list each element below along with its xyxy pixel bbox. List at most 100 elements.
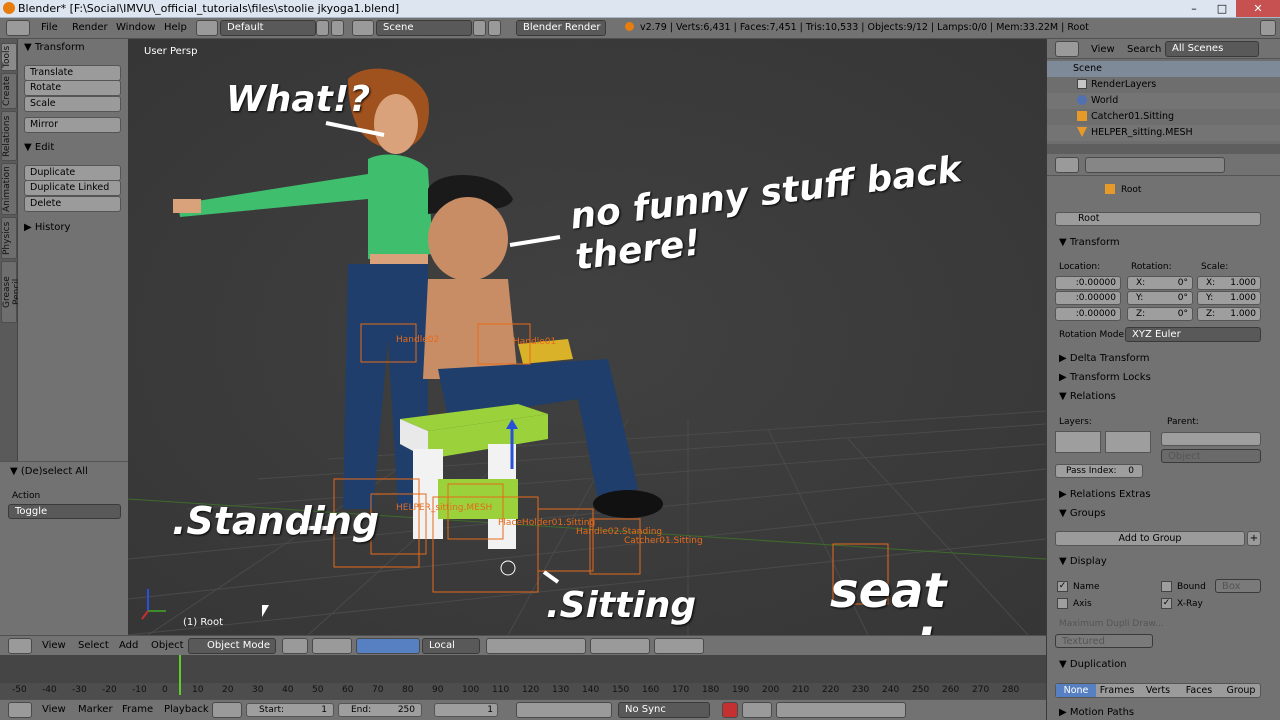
groups-section[interactable]: ▼ Groups [1059, 508, 1106, 519]
current-frame-field[interactable]: 1 [434, 703, 498, 717]
transform-panel-header[interactable]: ▼ Transform [24, 42, 85, 53]
translate-button[interactable]: Translate [24, 65, 121, 81]
editor-type-icon[interactable] [1055, 157, 1079, 173]
editor-type-icon[interactable] [1055, 41, 1079, 57]
xray-checkbox[interactable]: ✓ [1161, 598, 1172, 609]
3d-viewport[interactable]: User Persp (1) Root Handle02 Handle01 HE… [128, 39, 1046, 635]
layer-buttons[interactable] [486, 638, 586, 654]
scene-icon[interactable] [352, 20, 374, 36]
fullscreen-icon[interactable] [1260, 20, 1276, 36]
dup-frames-button[interactable]: Frames [1096, 684, 1138, 697]
add-to-group-button[interactable]: Add to Group [1055, 531, 1245, 546]
motion-paths-section[interactable]: ▶ Motion Paths [1059, 707, 1134, 718]
range-icons[interactable] [212, 702, 242, 718]
scene-remove-icon[interactable] [488, 20, 501, 36]
tab-physics[interactable]: Physics [1, 217, 17, 259]
menu-frame[interactable]: Frame [122, 704, 153, 715]
menu-marker[interactable]: Marker [78, 704, 113, 715]
outliner-menu-search[interactable]: Search [1127, 44, 1161, 55]
layer-grid-b[interactable] [1105, 431, 1151, 453]
outliner-filter-select[interactable]: All Scenes [1165, 41, 1259, 57]
mode-select[interactable]: Object Mode [188, 638, 276, 654]
scale-button[interactable]: Scale [24, 96, 121, 112]
location-y-field[interactable]: :0.00000 [1055, 291, 1121, 305]
delete-button[interactable]: Delete [24, 196, 121, 212]
scale-x-field[interactable]: X: 1.000 [1197, 276, 1261, 290]
duplication-section[interactable]: ▼ Duplication [1059, 659, 1127, 670]
menu-view[interactable]: View [42, 704, 66, 715]
dup-faces-button[interactable]: Faces [1178, 684, 1220, 697]
render-icons[interactable] [654, 638, 704, 654]
editor-type-icon[interactable] [6, 20, 30, 36]
tab-grease-pencil[interactable]: Grease Pencil [1, 261, 22, 323]
duplicate-button[interactable]: Duplicate [24, 165, 121, 181]
close-button[interactable]: ✕ [1236, 0, 1280, 17]
transform-orientation-select[interactable]: Local [422, 638, 480, 654]
screen-layout-icon[interactable] [196, 20, 218, 36]
object-name-field[interactable]: Root [1055, 212, 1261, 226]
rotation-z-field[interactable]: Z: 0° [1127, 307, 1193, 321]
menu-playback[interactable]: Playback [164, 704, 209, 715]
dup-verts-button[interactable]: Verts [1138, 684, 1178, 697]
parent-field[interactable] [1161, 432, 1261, 446]
menu-view[interactable]: View [42, 640, 66, 651]
menu-window[interactable]: Window [116, 22, 155, 33]
tab-relations[interactable]: Relations [1, 111, 17, 161]
tab-tools[interactable]: Tools [1, 43, 17, 71]
tab-create[interactable]: Create [1, 73, 17, 109]
rotate-button[interactable]: Rotate [24, 80, 121, 96]
outliner-scrollbar[interactable] [1047, 144, 1280, 154]
sync-select[interactable]: No Sync [618, 702, 710, 718]
edit-panel-header[interactable]: ▼ Edit [24, 142, 54, 153]
screen-add-icon[interactable] [316, 20, 329, 36]
add-group-plus-icon[interactable]: + [1247, 531, 1261, 546]
scene-select[interactable]: Scene [376, 20, 472, 36]
scene-add-icon[interactable] [473, 20, 486, 36]
keying-set-field[interactable] [776, 702, 906, 718]
menu-add[interactable]: Add [119, 640, 138, 651]
rotation-y-field[interactable]: Y: 0° [1127, 291, 1193, 305]
axis-checkbox[interactable] [1057, 598, 1068, 609]
scale-z-field[interactable]: Z: 1.000 [1197, 307, 1261, 321]
menu-render[interactable]: Render [72, 22, 108, 33]
transform-section[interactable]: ▼ Transform [1059, 237, 1120, 248]
rotation-x-field[interactable]: X: 0° [1127, 276, 1193, 290]
mirror-button[interactable]: Mirror [24, 117, 121, 133]
menu-select[interactable]: Select [78, 640, 109, 651]
dup-group-button[interactable]: Group [1220, 684, 1262, 697]
minimize-button[interactable]: – [1180, 0, 1208, 17]
manipulator-icons[interactable] [356, 638, 420, 654]
pivot-point-icon[interactable] [312, 638, 352, 654]
relations-section[interactable]: ▼ Relations [1059, 391, 1116, 402]
history-panel-header[interactable]: ▶ History [24, 222, 70, 233]
menu-file[interactable]: File [41, 22, 58, 33]
rotation-mode-select[interactable]: XYZ Euler [1125, 327, 1261, 342]
duplicate-linked-button[interactable]: Duplicate Linked [24, 180, 121, 196]
name-checkbox[interactable]: ✓ [1057, 581, 1068, 592]
pass-index-field[interactable]: Pass Index: 0 [1055, 464, 1143, 478]
location-x-field[interactable]: :0.00000 [1055, 276, 1121, 290]
menu-help[interactable]: Help [164, 22, 187, 33]
maximize-button[interactable]: □ [1208, 0, 1236, 17]
screen-remove-icon[interactable] [331, 20, 344, 36]
start-frame-field[interactable]: Start: 1 [246, 703, 334, 717]
outliner-item-scene[interactable]: Scene [1047, 61, 1280, 77]
transform-locks-section[interactable]: ▶ Transform Locks [1059, 372, 1151, 383]
dup-none-button[interactable]: None [1056, 684, 1096, 697]
bound-type-select[interactable]: Box [1215, 579, 1261, 593]
viewport-shading-icon[interactable] [282, 638, 308, 654]
properties-context-tabs[interactable] [1085, 157, 1225, 173]
max-dupli-select[interactable]: Textured [1055, 634, 1153, 648]
tab-animation[interactable]: Animation [1, 163, 17, 215]
current-frame-indicator[interactable] [179, 655, 181, 695]
delta-transform-section[interactable]: ▶ Delta Transform [1059, 353, 1149, 364]
display-section[interactable]: ▼ Display [1059, 556, 1107, 567]
editor-type-icon[interactable] [8, 702, 32, 718]
operator-panel-header[interactable]: ▼ (De)select All [10, 466, 88, 477]
layer-grid-a[interactable] [1055, 431, 1101, 453]
render-engine-select[interactable]: Blender Render [516, 20, 606, 36]
editor-type-icon[interactable] [8, 638, 32, 654]
relations-extras-section[interactable]: ▶ Relations Extras [1059, 489, 1151, 500]
bound-checkbox[interactable] [1161, 581, 1172, 592]
snapping-icons[interactable] [590, 638, 650, 654]
